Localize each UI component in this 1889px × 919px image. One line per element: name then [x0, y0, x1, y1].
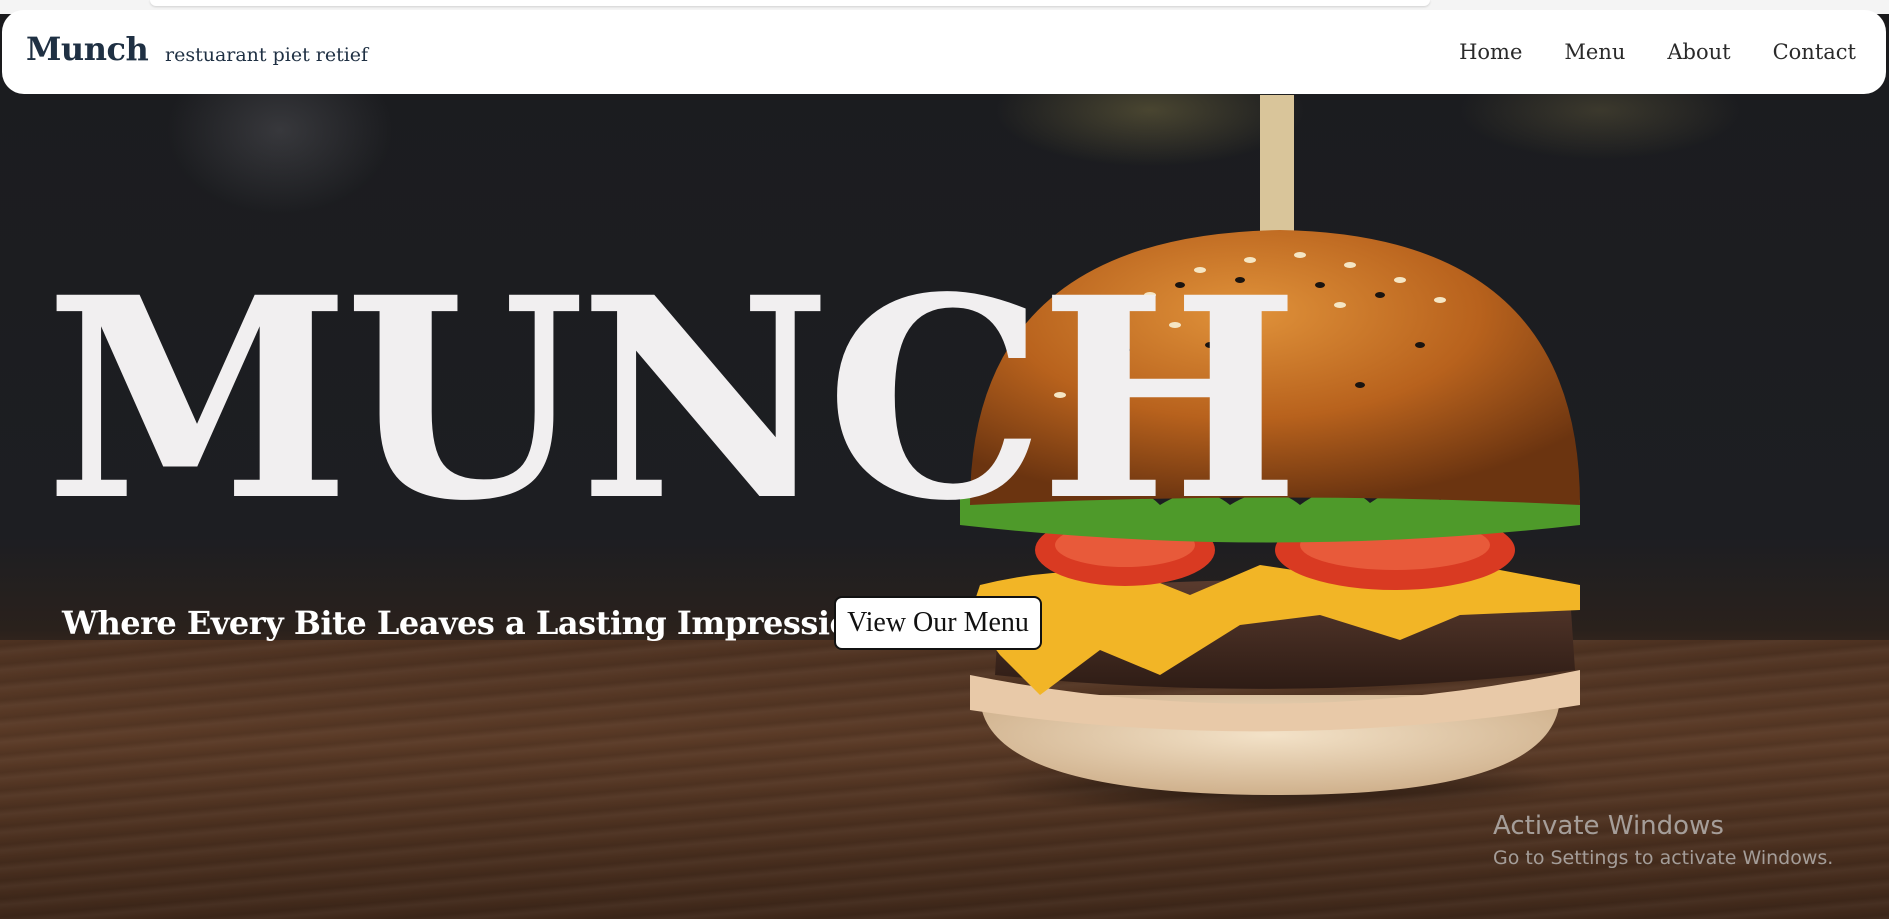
brand-logo[interactable]: Munch	[26, 30, 149, 68]
nav-link-about[interactable]: About	[1667, 40, 1730, 64]
nav-link-menu[interactable]: Menu	[1564, 40, 1625, 64]
scrolled-bar-edge	[150, 0, 1430, 6]
page: Munch restuarant piet retief Home Menu A…	[0, 0, 1889, 919]
nav-link-home[interactable]: Home	[1459, 40, 1522, 64]
hero-title: MUNCH	[45, 238, 1300, 562]
hero-subtitle: Where Every Bite Leaves a Lasting Impres…	[62, 604, 874, 642]
brand-tagline: restuarant piet retief	[165, 44, 369, 66]
navbar: Munch restuarant piet retief Home Menu A…	[2, 10, 1886, 94]
watermark-subtitle: Go to Settings to activate Windows.	[1493, 846, 1834, 869]
nav-link-contact[interactable]: Contact	[1773, 40, 1856, 64]
view-menu-button[interactable]: View Our Menu	[834, 596, 1042, 650]
watermark-title: Activate Windows	[1493, 811, 1724, 841]
windows-activation-watermark: Activate Windows Go to Settings to activ…	[1493, 812, 1833, 869]
nav-links: Home Menu About Contact	[1459, 40, 1856, 64]
